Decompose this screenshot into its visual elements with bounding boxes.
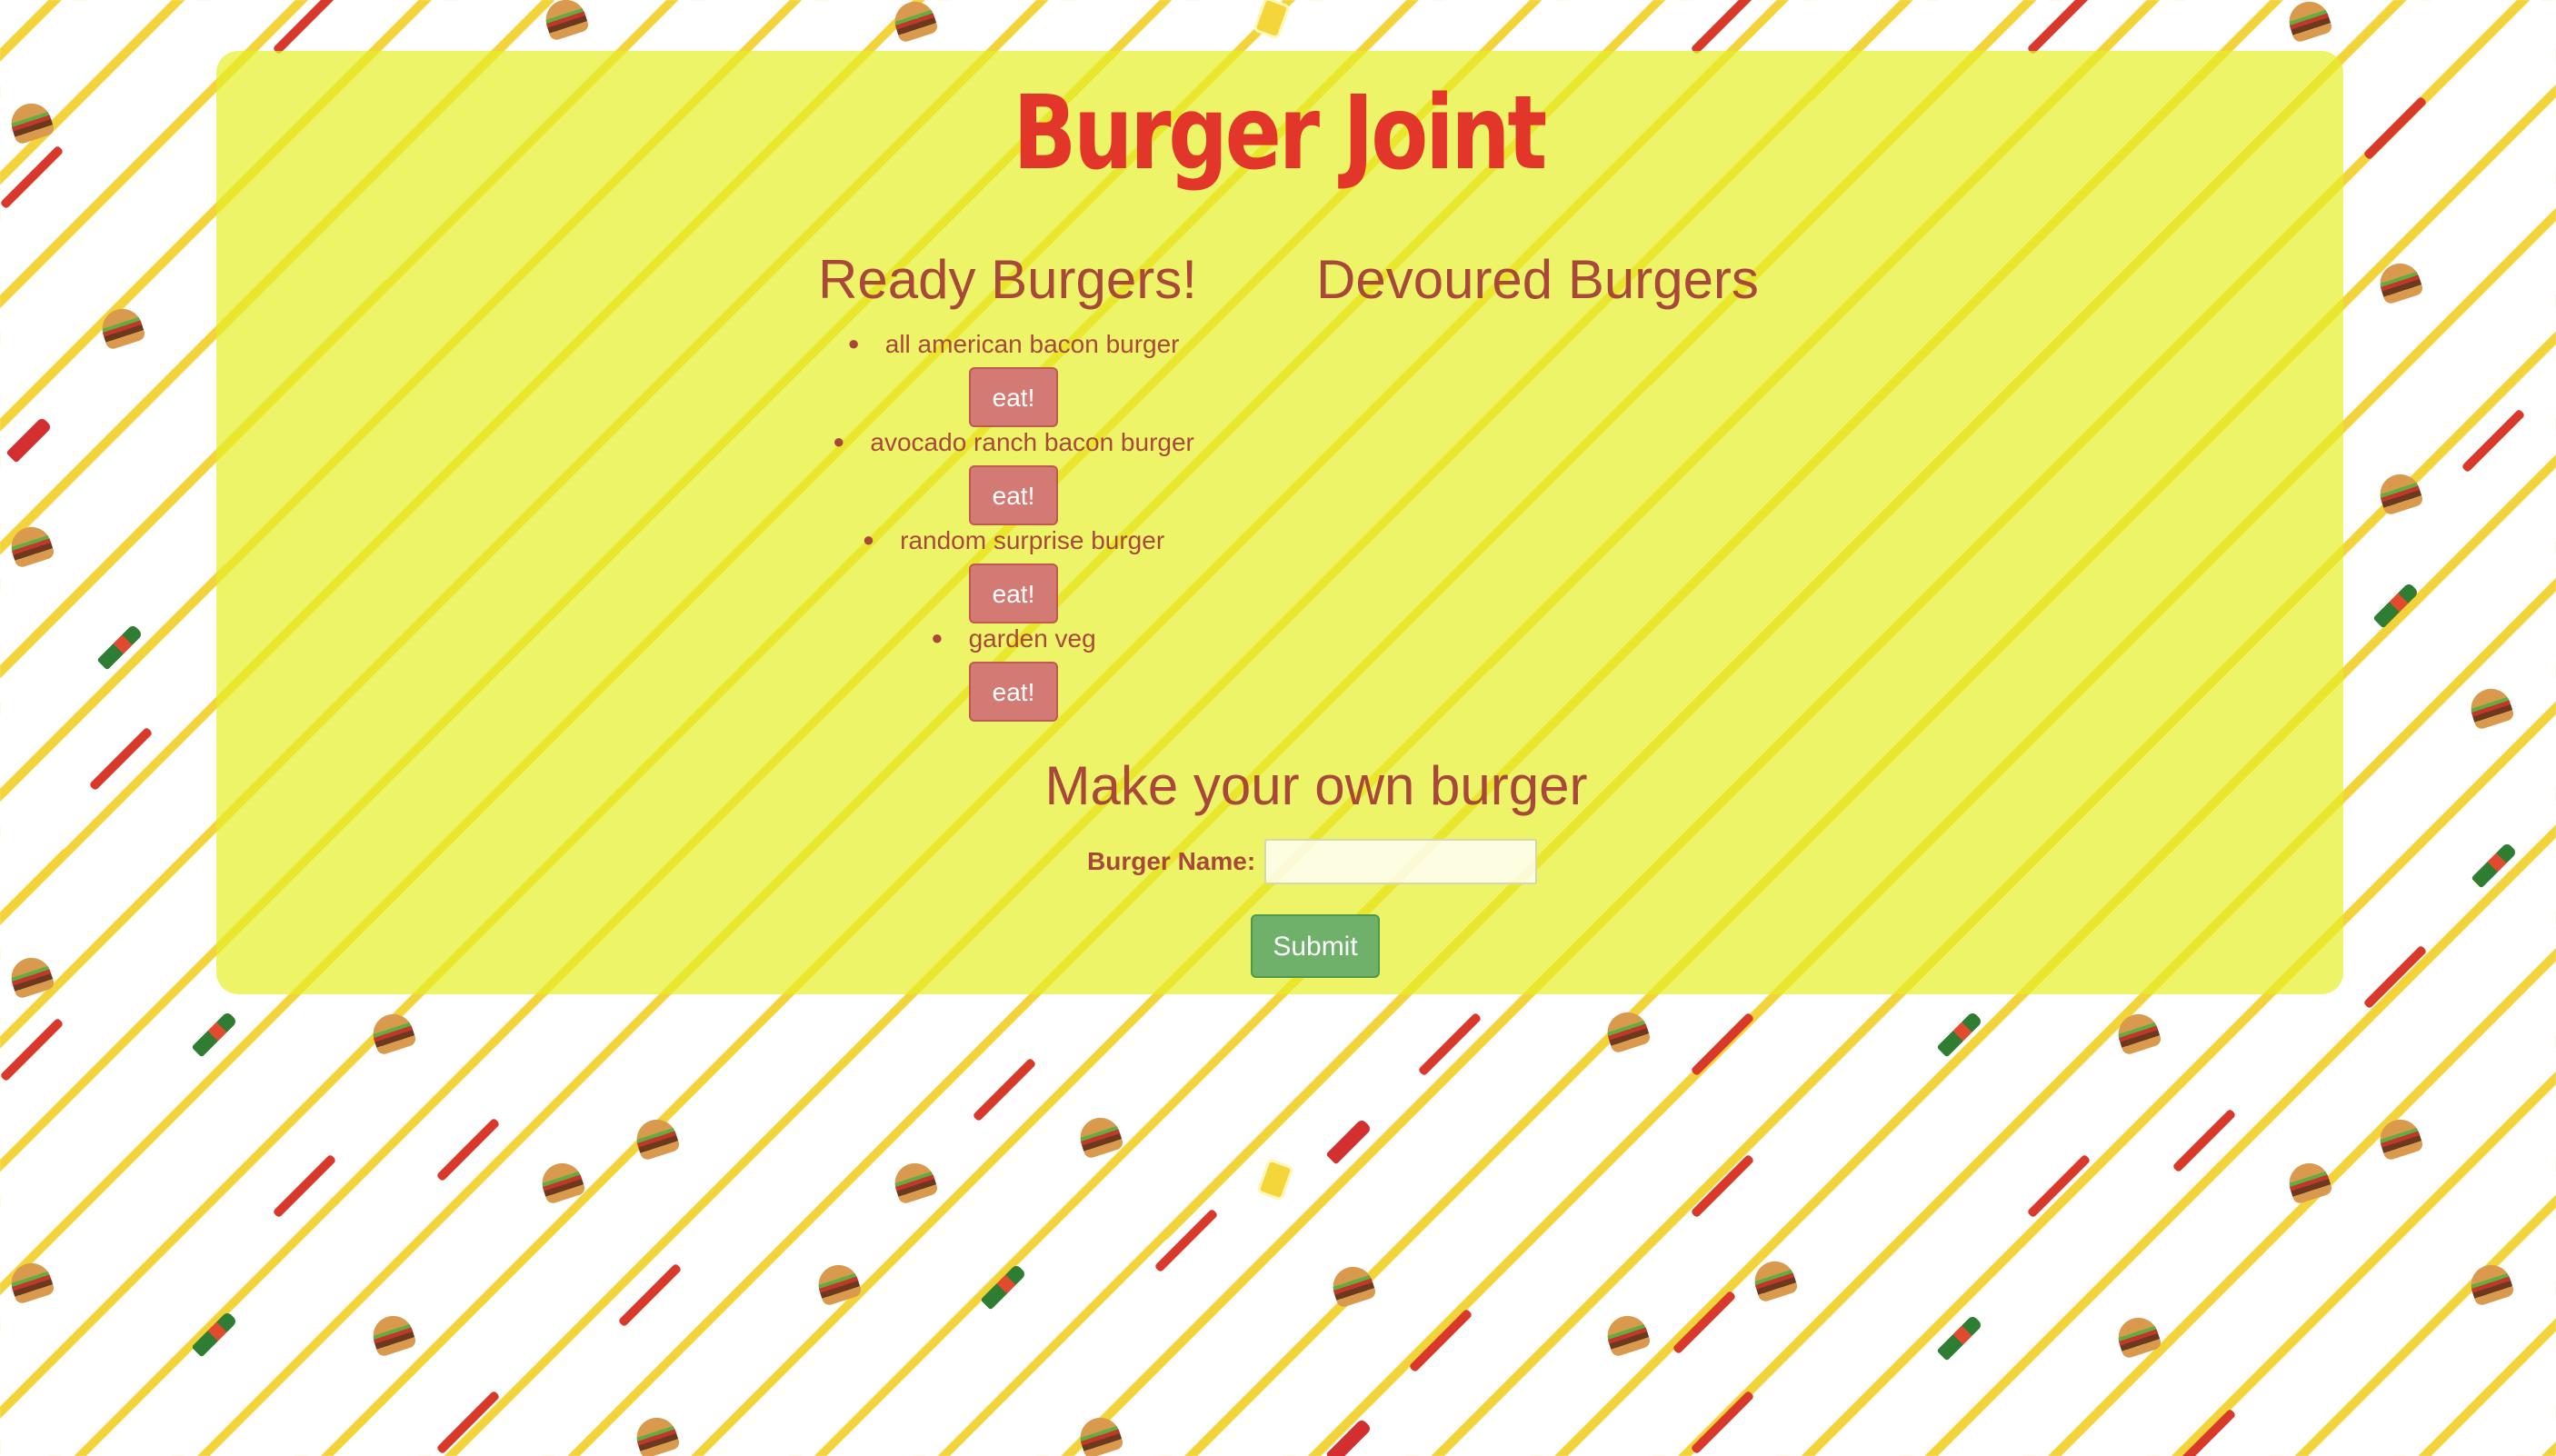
hot-sauce-bottle-icon xyxy=(191,1011,238,1058)
hot-sauce-bottle-icon xyxy=(980,1263,1027,1311)
burger-name: avocado ranch bacon burger xyxy=(870,428,1194,456)
list-item: ● avocado ranch bacon burger eat! xyxy=(800,425,1227,525)
burger-icon xyxy=(2465,683,2516,731)
devoured-burgers-heading: Devoured Burgers xyxy=(1316,249,1759,310)
burger-icon xyxy=(540,0,591,42)
burger-icon xyxy=(5,522,56,569)
fries-stripe xyxy=(435,1390,501,1455)
burger-icon xyxy=(631,1412,682,1456)
list-item: ● random surprise burger eat! xyxy=(800,524,1227,623)
ketchup-bottle-icon xyxy=(5,416,53,464)
fries-stripe xyxy=(1153,1208,1219,1273)
burger-icon xyxy=(1602,1311,1652,1358)
burger-icon xyxy=(5,1258,56,1305)
eat-button[interactable]: eat! xyxy=(969,662,1058,722)
fries-stripe xyxy=(2362,944,2428,1010)
mustard-icon xyxy=(1253,0,1291,40)
burger-icon xyxy=(2112,1312,2163,1360)
burger-icon xyxy=(631,1114,682,1162)
fries-stripe xyxy=(1408,1308,1473,1373)
burger-icon xyxy=(2465,1260,2516,1307)
fries-stripe xyxy=(1690,1390,1755,1455)
burger-name: random surprise burger xyxy=(900,526,1165,554)
submit-button[interactable]: Submit xyxy=(1251,914,1380,978)
burger-icon xyxy=(1602,1007,1652,1054)
fries-stripe xyxy=(1417,1012,1483,1077)
burger-name-input[interactable] xyxy=(1264,839,1538,884)
fries-stripe xyxy=(272,1153,337,1219)
fries-stripe xyxy=(2172,1108,2237,1173)
hot-sauce-bottle-icon xyxy=(2372,582,2420,629)
burger-icon xyxy=(889,1158,940,1205)
burger-icon xyxy=(1327,1262,1378,1309)
make-burger-heading: Make your own burger xyxy=(1044,755,1588,816)
burger-form: Burger Name: xyxy=(1087,836,1538,887)
fries-stripe xyxy=(0,1017,65,1082)
mustard-icon xyxy=(1256,1158,1294,1202)
burger-icon xyxy=(2374,258,2425,305)
burger-icon xyxy=(367,1009,418,1056)
hot-sauce-bottle-icon xyxy=(1936,1011,1983,1058)
fries-stripe xyxy=(1690,0,1755,55)
eat-button[interactable]: eat! xyxy=(969,563,1058,623)
fries-stripe xyxy=(972,1057,1037,1122)
fries-stripe xyxy=(435,1117,501,1182)
burger-icon xyxy=(1074,1412,1125,1456)
burger-name-label: Burger Name: xyxy=(1087,847,1256,875)
bullet-icon: ● xyxy=(862,528,875,551)
list-item: ● all american bacon burger eat! xyxy=(800,327,1227,427)
eat-button[interactable]: eat! xyxy=(969,465,1058,525)
burger-icon xyxy=(96,304,147,351)
hot-sauce-bottle-icon xyxy=(1936,1314,1983,1361)
burger-icon xyxy=(5,952,56,1000)
ketchup-bottle-icon xyxy=(1325,1418,1373,1456)
burger-icon xyxy=(5,98,56,145)
fries-stripe xyxy=(2026,0,2092,55)
fries-stripe xyxy=(2172,1408,2237,1456)
burger-icon xyxy=(2374,1114,2425,1162)
burger-icon xyxy=(813,1260,864,1307)
fries-stripe xyxy=(2362,95,2428,161)
fries-stripe xyxy=(2461,408,2526,474)
fries-stripe xyxy=(1690,1153,1755,1219)
hot-sauce-bottle-icon xyxy=(191,1311,238,1358)
fries-stripe xyxy=(272,0,337,55)
hot-sauce-bottle-icon xyxy=(2471,842,2518,889)
burger-name: garden veg xyxy=(968,624,1096,653)
eat-button[interactable]: eat! xyxy=(969,367,1058,427)
ready-burgers-heading: Ready Burgers! xyxy=(818,249,1197,310)
fries-stripe xyxy=(0,145,65,210)
page-title: Burger Joint xyxy=(1013,75,1547,193)
burger-icon xyxy=(2112,1009,2163,1056)
burger-icon xyxy=(2283,0,2334,44)
burger-icon xyxy=(1749,1256,1800,1303)
fries-stripe xyxy=(1672,1290,1737,1355)
burger-icon xyxy=(2283,1158,2334,1205)
fries-stripe xyxy=(617,1262,683,1328)
fries-stripe xyxy=(2026,1153,2092,1219)
bullet-icon: ● xyxy=(833,430,845,453)
burger-name: all american bacon burger xyxy=(884,330,1180,358)
fries-stripe xyxy=(1690,1012,1755,1077)
ready-burgers-list: ● all american bacon burger eat! ● avocado… xyxy=(800,327,1227,722)
burger-icon xyxy=(536,1158,587,1205)
burger-icon xyxy=(1074,1112,1125,1160)
bullet-icon: ● xyxy=(847,332,860,354)
burger-icon xyxy=(889,0,940,44)
burger-icon xyxy=(2374,469,2425,516)
list-item: ● garden veg eat! xyxy=(800,622,1227,722)
bullet-icon: ● xyxy=(931,626,944,649)
burger-icon xyxy=(367,1311,418,1358)
ketchup-bottle-icon xyxy=(1325,1118,1373,1165)
hot-sauce-bottle-icon xyxy=(96,623,144,671)
